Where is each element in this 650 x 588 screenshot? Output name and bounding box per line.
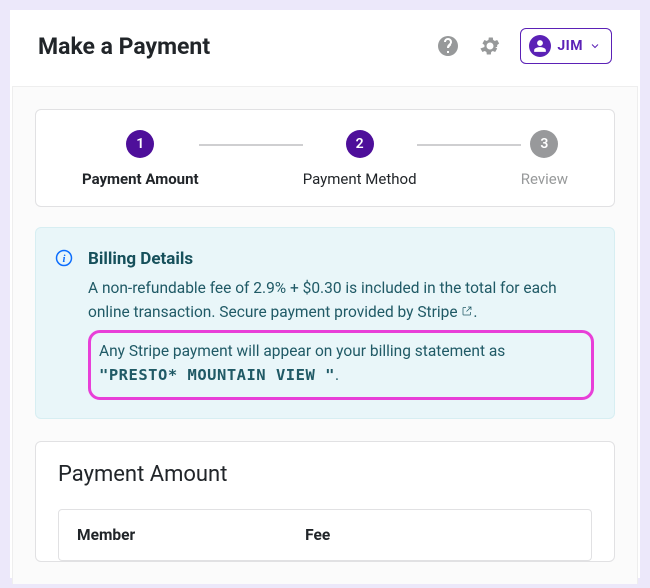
col-member: Member <box>77 526 305 544</box>
step-number: 3 <box>530 130 558 158</box>
step-payment-amount[interactable]: 1 Payment Amount <box>82 130 199 188</box>
step-label: Payment Method <box>303 170 417 188</box>
statement-descriptor: "PRESTO* MOUNTAIN VIEW " <box>99 366 335 384</box>
billing-fee-text: A non-refundable fee of 2.9% + $0.30 is … <box>88 279 557 321</box>
stepper: 1 Payment Amount 2 Payment Method 3 Revi… <box>82 130 568 188</box>
svg-text:i: i <box>62 253 65 265</box>
billing-details-card: i Billing Details A non-refundable fee o… <box>35 227 615 419</box>
page-title: Make a Payment <box>38 33 436 60</box>
stripe-link[interactable]: Stripe <box>417 303 473 321</box>
chevron-down-icon <box>589 40 601 52</box>
billing-body: Billing Details A non-refundable fee of … <box>88 246 594 400</box>
header-bar: Make a Payment JIM <box>10 10 640 86</box>
billing-title: Billing Details <box>88 246 594 272</box>
step-label: Payment Amount <box>82 170 199 188</box>
info-icon: i <box>54 248 74 268</box>
step-number: 2 <box>346 130 374 158</box>
stepper-card: 1 Payment Amount 2 Payment Method 3 Revi… <box>35 109 615 207</box>
gear-icon[interactable] <box>478 34 502 58</box>
step-label: Review <box>521 170 568 188</box>
table-header-row: Member Fee <box>59 510 591 560</box>
step-number: 1 <box>126 130 154 158</box>
statement-pre-text: Any Stripe payment will appear on your b… <box>99 342 505 360</box>
help-icon[interactable] <box>436 34 460 58</box>
billing-statement-callout: Any Stripe payment will appear on your b… <box>88 330 594 400</box>
header-actions: JIM <box>436 28 612 64</box>
user-menu-button[interactable]: JIM <box>520 28 612 64</box>
payment-amount-title: Payment Amount <box>58 462 592 487</box>
external-link-icon <box>461 305 473 317</box>
step-review: 3 Review <box>521 130 568 188</box>
col-fee: Fee <box>305 526 330 544</box>
payment-table: Member Fee <box>58 509 592 561</box>
app-window: Make a Payment JIM 1 Payment Amount <box>10 10 640 578</box>
avatar-icon <box>529 35 551 57</box>
user-name-label: JIM <box>557 38 583 54</box>
step-line <box>199 144 303 146</box>
content-area: 1 Payment Amount 2 Payment Method 3 Revi… <box>12 86 638 584</box>
step-line <box>417 144 521 146</box>
step-payment-method[interactable]: 2 Payment Method <box>303 130 417 188</box>
payment-amount-card: Payment Amount Member Fee <box>35 441 615 562</box>
